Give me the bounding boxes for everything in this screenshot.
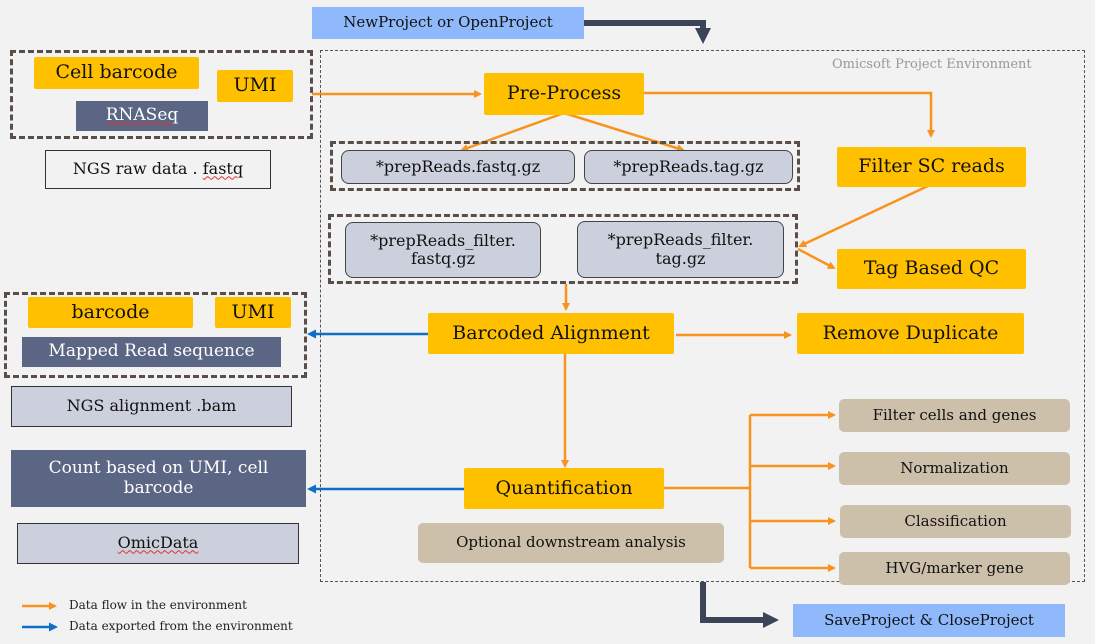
open-project-button[interactable]: NewProject or OpenProject	[312, 7, 584, 39]
count-output-label: Count based on UMI, cell barcode	[11, 450, 306, 507]
downstream-normalization[interactable]: Normalization	[839, 452, 1070, 485]
open-project-arrow	[584, 20, 711, 44]
quantification-step[interactable]: Quantification	[464, 468, 664, 509]
rnaseq-label: RNASeq	[76, 101, 208, 131]
preprocess-step[interactable]: Pre-Process	[484, 73, 644, 115]
optional-downstream-label: Optional downstream analysis	[418, 523, 724, 563]
cell-barcode-label: Cell barcode	[34, 57, 199, 89]
filter-fastq-file[interactable]: *prepReads_filter. fastq.gz	[345, 222, 541, 278]
mapped-read-label: Mapped Read sequence	[22, 337, 281, 367]
close-project-button[interactable]: SaveProject & CloseProject	[793, 604, 1065, 637]
legend-blue-label: Data exported from the environment	[69, 619, 293, 633]
bam-file: NGS alignment .bam	[11, 386, 292, 427]
legend-orange-label: Data flow in the environment	[69, 598, 247, 612]
input-umi-label: UMI	[217, 70, 293, 102]
tag-based-qc-step[interactable]: Tag Based QC	[837, 249, 1026, 289]
downstream-filter-cells[interactable]: Filter cells and genes	[839, 399, 1070, 432]
barcoded-alignment-step[interactable]: Barcoded Alignment	[428, 313, 674, 354]
alignment-umi-label: UMI	[215, 297, 291, 328]
fastq-extension: fastq	[202, 159, 244, 179]
prep-fastq-file[interactable]: *prepReads.fastq.gz	[341, 150, 575, 184]
downstream-classification[interactable]: Classification	[840, 505, 1071, 538]
filter-sc-reads-step[interactable]: Filter SC reads	[837, 147, 1026, 187]
raw-data-file-label: NGS raw data . fastq	[45, 150, 271, 189]
downstream-hvg[interactable]: HVG/marker gene	[839, 552, 1070, 585]
close-project-arrow	[700, 582, 779, 628]
filter-tag-file[interactable]: *prepReads_filter. tag.gz	[577, 221, 784, 278]
omicdata-file: OmicData	[17, 523, 299, 564]
barcode-label: barcode	[28, 297, 193, 328]
environment-label: Omicsoft Project Environment	[832, 57, 1032, 72]
remove-duplicate-step[interactable]: Remove Duplicate	[797, 313, 1024, 354]
prep-tag-file[interactable]: *prepReads.tag.gz	[584, 150, 793, 184]
